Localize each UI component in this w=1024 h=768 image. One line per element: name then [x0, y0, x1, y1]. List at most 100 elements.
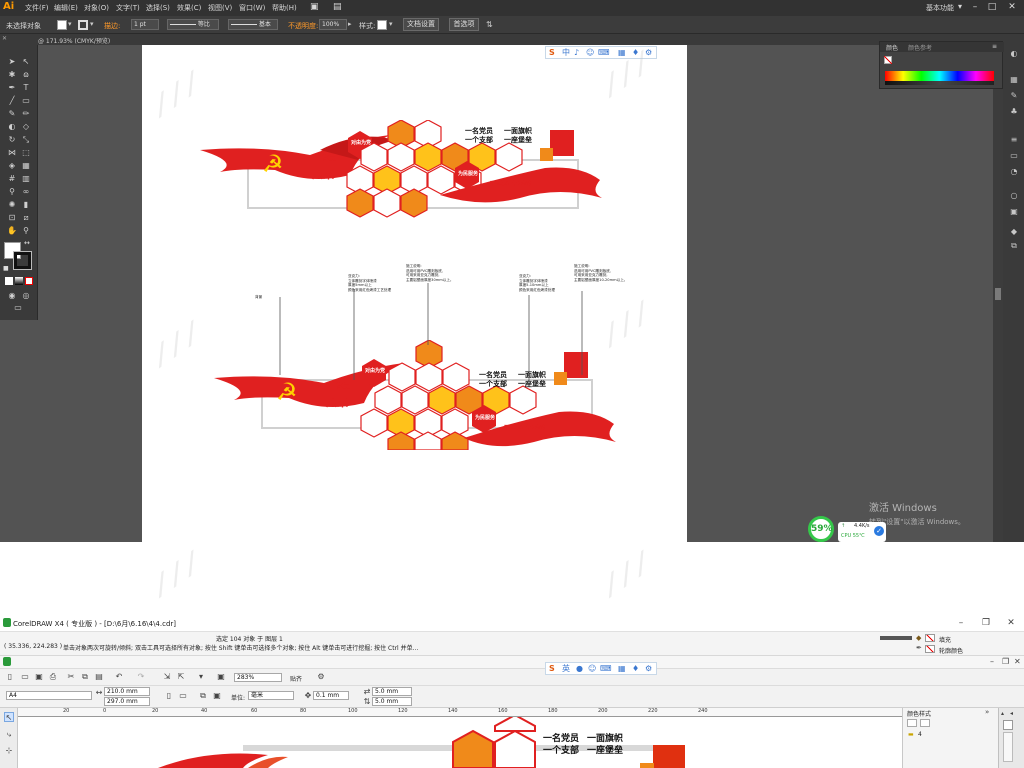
artboard-tool-icon[interactable]: ⊡: [7, 213, 17, 223]
pen-tool-icon[interactable]: ✒: [7, 83, 17, 93]
arrange-icon[interactable]: ⇅: [486, 20, 493, 29]
new-icon[interactable]: ▯: [5, 672, 15, 682]
ime-settings-icon[interactable]: ⚙: [645, 664, 652, 674]
current-page-icon[interactable]: ▣: [212, 691, 222, 701]
palette-none-swatch[interactable]: [1003, 720, 1013, 730]
blend-tool-icon[interactable]: ∞: [21, 187, 31, 197]
appearance-icon[interactable]: ○: [1009, 191, 1019, 201]
zoom-level[interactable]: 283%: [234, 673, 282, 682]
close-icon[interactable]: ✕: [1004, 617, 1018, 629]
minimize-icon[interactable]: –: [954, 617, 968, 629]
landscape-icon[interactable]: ▭: [178, 691, 188, 701]
draw-behind-icon[interactable]: ◎: [21, 291, 31, 301]
ime-emoji-icon[interactable]: ☺: [586, 48, 594, 58]
ime-logo-icon[interactable]: S: [549, 664, 555, 674]
nudge-field[interactable]: 0.1 mm: [313, 691, 349, 700]
line-tool-icon[interactable]: ╱: [7, 96, 17, 106]
direct-selection-tool-icon[interactable]: ↖: [21, 57, 31, 67]
pick-tool-icon[interactable]: ↖: [4, 712, 14, 722]
perspective-grid-tool-icon[interactable]: ▦: [21, 161, 31, 171]
ime-toolbox-icon[interactable]: ▦: [618, 48, 626, 58]
menu-object[interactable]: 对象(O): [84, 3, 109, 13]
options-icon[interactable]: ⚙: [316, 672, 326, 682]
document-tab[interactable]: @ 171.93% (CMYK/预览): [38, 36, 110, 45]
panel-menu-icon[interactable]: ≡: [992, 43, 997, 50]
menu-effect[interactable]: 效果(C): [177, 3, 201, 13]
portrait-icon[interactable]: ▯: [164, 691, 174, 701]
maximize-icon[interactable]: □: [985, 1, 999, 14]
open-icon[interactable]: ▭: [20, 672, 30, 682]
none-swatch-icon[interactable]: [884, 56, 892, 64]
menu-view[interactable]: 视图(V): [208, 3, 232, 13]
blob-brush-tool-icon[interactable]: ◐: [7, 122, 17, 132]
preferences-button[interactable]: 首选项: [449, 18, 479, 31]
menu-type[interactable]: 文字(T): [116, 3, 140, 13]
document-icon[interactable]: [3, 657, 11, 666]
swatches-icon[interactable]: ▦: [1009, 75, 1019, 85]
ime-logo-icon[interactable]: S: [549, 48, 555, 58]
ime-keyboard-icon[interactable]: ⌨: [600, 664, 612, 674]
snap-to-dropdown[interactable]: 贴齐: [290, 674, 302, 683]
opacity-field[interactable]: 100%: [319, 19, 347, 30]
vertical-scrollbar[interactable]: [993, 45, 1003, 542]
palette-scroll-up-icon[interactable]: ▴: [1001, 710, 1004, 717]
palette-menu-icon[interactable]: ◂: [1010, 710, 1013, 717]
free-transform-tool-icon[interactable]: ⬚: [21, 148, 31, 158]
style-dropdown-icon[interactable]: ▾: [389, 20, 393, 28]
rectangle-tool-icon[interactable]: ▭: [21, 96, 31, 106]
color-mode-icon[interactable]: [5, 277, 13, 285]
brush-definition[interactable]: 基本: [228, 19, 278, 30]
hand-tool-icon[interactable]: ✋: [7, 226, 17, 236]
drawing-canvas[interactable]: 一名党员 一面旗帜 一个支部 一座堡垒: [18, 717, 902, 768]
graphic-style-swatch[interactable]: [377, 20, 387, 30]
color-spectrum-shades[interactable]: [885, 81, 994, 85]
ime-emoji-icon[interactable]: ☺: [588, 664, 596, 674]
ime-language-toggle[interactable]: 中: [562, 48, 570, 58]
fill-dropdown-icon[interactable]: ▾: [68, 20, 72, 28]
column-graph-tool-icon[interactable]: ▮: [21, 200, 31, 210]
slice-tool-icon[interactable]: ⧄: [21, 213, 31, 223]
gradient-mode-icon[interactable]: [15, 277, 23, 285]
tab-close-icon[interactable]: ✕: [2, 35, 7, 42]
page-height-field[interactable]: 297.0 mm: [104, 697, 150, 706]
welcome-screen-icon[interactable]: ▣: [216, 672, 226, 682]
pencil-tool-icon[interactable]: ✏: [21, 109, 31, 119]
menu-select[interactable]: 选择(S): [146, 3, 170, 13]
duplicate-x-field[interactable]: 5.0 mm: [372, 687, 412, 696]
page-size-select[interactable]: A4: [6, 691, 92, 700]
export-icon[interactable]: ⇱: [176, 672, 186, 682]
symbol-sprayer-tool-icon[interactable]: ✺: [7, 200, 17, 210]
menu-help[interactable]: 帮助(H): [272, 3, 297, 13]
magic-wand-tool-icon[interactable]: ✱: [7, 70, 17, 80]
accelerate-icon[interactable]: ✓: [874, 526, 884, 536]
default-colors-icon[interactable]: ■: [3, 265, 9, 272]
restore-icon[interactable]: ❐: [979, 617, 993, 629]
scroll-thumb[interactable]: [995, 288, 1001, 300]
transparency-icon[interactable]: ◔: [1009, 167, 1019, 177]
outline-none-swatch[interactable]: [925, 645, 935, 653]
rotate-tool-icon[interactable]: ↻: [7, 135, 17, 145]
page-width-field[interactable]: 210.0 mm: [104, 687, 150, 696]
eraser-tool-icon[interactable]: ◇: [21, 122, 31, 132]
new-child-style-icon[interactable]: [920, 719, 930, 727]
copy-icon[interactable]: ⧉: [80, 672, 90, 682]
application-launcher-icon[interactable]: ▾: [196, 672, 206, 682]
workspace-dropdown-icon[interactable]: ▾: [958, 2, 962, 11]
minimize-icon[interactable]: –: [968, 1, 982, 14]
duplicate-y-field[interactable]: 5.0 mm: [372, 697, 412, 706]
mesh-tool-icon[interactable]: #: [7, 174, 17, 184]
symbols-icon[interactable]: ♣: [1009, 107, 1019, 117]
draw-normal-icon[interactable]: ◉: [7, 291, 17, 301]
selection-tool-icon[interactable]: ➤: [7, 57, 17, 67]
ime-toolbox-icon[interactable]: ▦: [618, 664, 626, 674]
crop-tool-icon[interactable]: ⊹: [4, 746, 14, 756]
lasso-tool-icon[interactable]: ɷ: [21, 70, 31, 80]
type-tool-icon[interactable]: T: [21, 83, 31, 93]
swap-colors-icon[interactable]: ↔: [24, 239, 30, 247]
menu-window[interactable]: 窗口(W): [239, 3, 265, 13]
stroke-icon[interactable]: ≡: [1009, 135, 1019, 145]
ime-punctuation-icon[interactable]: ●: [576, 664, 583, 674]
shape-tool-icon[interactable]: ⤷: [4, 730, 14, 740]
artboards-icon[interactable]: ⧉: [1009, 241, 1019, 251]
units-select[interactable]: 毫米: [248, 691, 294, 700]
